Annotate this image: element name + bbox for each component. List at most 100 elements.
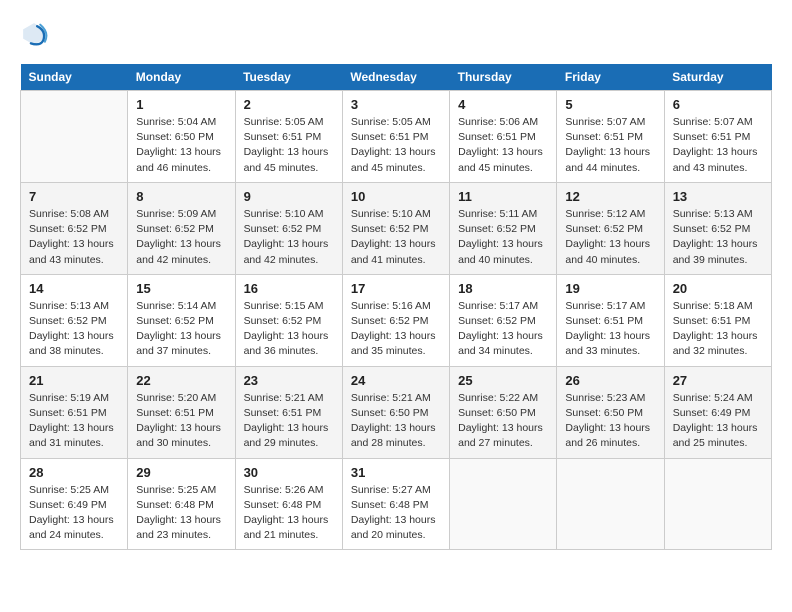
day-number: 15 xyxy=(136,281,226,296)
day-number: 9 xyxy=(244,189,334,204)
calendar-cell: 23 Sunrise: 5:21 AM Sunset: 6:51 PM Dayli… xyxy=(235,366,342,458)
cell-text: Sunrise: 5:25 AM Sunset: 6:49 PM Dayligh… xyxy=(29,483,119,544)
cell-text: Sunrise: 5:07 AM Sunset: 6:51 PM Dayligh… xyxy=(673,115,763,176)
week-row-1: 1 Sunrise: 5:04 AM Sunset: 6:50 PM Daylig… xyxy=(21,91,772,183)
calendar-cell: 20 Sunrise: 5:18 AM Sunset: 6:51 PM Dayli… xyxy=(664,274,771,366)
cell-text: Sunrise: 5:08 AM Sunset: 6:52 PM Dayligh… xyxy=(29,207,119,268)
day-number: 17 xyxy=(351,281,441,296)
calendar-cell xyxy=(557,458,664,550)
day-number: 28 xyxy=(29,465,119,480)
calendar-cell: 4Sunrise: 5:06 AM Sunset: 6:51 PM Daylig… xyxy=(450,91,557,183)
cell-text: Sunrise: 5:16 AM Sunset: 6:52 PM Dayligh… xyxy=(351,299,441,360)
page-header xyxy=(20,20,772,48)
day-header-friday: Friday xyxy=(557,64,664,91)
cell-text: Sunrise: 5:18 AM Sunset: 6:51 PM Dayligh… xyxy=(673,299,763,360)
cell-text: Sunrise: 5:10 AM Sunset: 6:52 PM Dayligh… xyxy=(244,207,334,268)
day-number: 6 xyxy=(673,97,763,112)
cell-text: Sunrise: 5:13 AM Sunset: 6:52 PM Dayligh… xyxy=(29,299,119,360)
calendar-cell: 29Sunrise: 5:25 AM Sunset: 6:48 PM Dayli… xyxy=(128,458,235,550)
calendar-cell: 16 Sunrise: 5:15 AM Sunset: 6:52 PM Dayli… xyxy=(235,274,342,366)
day-number: 23 xyxy=(244,373,334,388)
cell-text: Sunrise: 5:23 AM Sunset: 6:50 PM Dayligh… xyxy=(565,391,655,452)
week-row-2: 7 Sunrise: 5:08 AM Sunset: 6:52 PM Daylig… xyxy=(21,182,772,274)
calendar-cell: 3 Sunrise: 5:05 AM Sunset: 6:51 PM Daylig… xyxy=(342,91,449,183)
calendar-cell: 31 Sunrise: 5:27 AM Sunset: 6:48 PM Dayli… xyxy=(342,458,449,550)
day-number: 11 xyxy=(458,189,548,204)
day-header-tuesday: Tuesday xyxy=(235,64,342,91)
cell-text: Sunrise: 5:19 AM Sunset: 6:51 PM Dayligh… xyxy=(29,391,119,452)
day-number: 13 xyxy=(673,189,763,204)
cell-text: Sunrise: 5:20 AM Sunset: 6:51 PM Dayligh… xyxy=(136,391,226,452)
cell-text: Sunrise: 5:12 AM Sunset: 6:52 PM Dayligh… xyxy=(565,207,655,268)
cell-text: Sunrise: 5:17 AM Sunset: 6:51 PM Dayligh… xyxy=(565,299,655,360)
day-number: 29 xyxy=(136,465,226,480)
cell-text: Sunrise: 5:21 AM Sunset: 6:51 PM Dayligh… xyxy=(244,391,334,452)
day-number: 1 xyxy=(136,97,226,112)
day-number: 8 xyxy=(136,189,226,204)
calendar-cell: 27 Sunrise: 5:24 AM Sunset: 6:49 PM Dayli… xyxy=(664,366,771,458)
cell-text: Sunrise: 5:26 AM Sunset: 6:48 PM Dayligh… xyxy=(244,483,334,544)
cell-text: Sunrise: 5:06 AM Sunset: 6:51 PM Dayligh… xyxy=(458,115,548,176)
calendar-cell: 17 Sunrise: 5:16 AM Sunset: 6:52 PM Dayli… xyxy=(342,274,449,366)
calendar-cell: 9 Sunrise: 5:10 AM Sunset: 6:52 PM Daylig… xyxy=(235,182,342,274)
week-row-3: 14 Sunrise: 5:13 AM Sunset: 6:52 PM Dayli… xyxy=(21,274,772,366)
calendar-cell: 11 Sunrise: 5:11 AM Sunset: 6:52 PM Dayli… xyxy=(450,182,557,274)
day-number: 14 xyxy=(29,281,119,296)
day-number: 27 xyxy=(673,373,763,388)
calendar-cell: 15 Sunrise: 5:14 AM Sunset: 6:52 PM Dayli… xyxy=(128,274,235,366)
day-number: 30 xyxy=(244,465,334,480)
day-number: 5 xyxy=(565,97,655,112)
calendar-cell: 2Sunrise: 5:05 AM Sunset: 6:51 PM Daylig… xyxy=(235,91,342,183)
calendar-cell: 13Sunrise: 5:13 AM Sunset: 6:52 PM Dayli… xyxy=(664,182,771,274)
calendar-cell xyxy=(664,458,771,550)
calendar-cell: 18 Sunrise: 5:17 AM Sunset: 6:52 PM Dayli… xyxy=(450,274,557,366)
cell-text: Sunrise: 5:14 AM Sunset: 6:52 PM Dayligh… xyxy=(136,299,226,360)
cell-text: Sunrise: 5:27 AM Sunset: 6:48 PM Dayligh… xyxy=(351,483,441,544)
calendar-cell: 14 Sunrise: 5:13 AM Sunset: 6:52 PM Dayli… xyxy=(21,274,128,366)
day-number: 7 xyxy=(29,189,119,204)
calendar-cell: 19 Sunrise: 5:17 AM Sunset: 6:51 PM Dayli… xyxy=(557,274,664,366)
calendar-cell xyxy=(450,458,557,550)
calendar-cell: 24 Sunrise: 5:21 AM Sunset: 6:50 PM Dayli… xyxy=(342,366,449,458)
cell-text: Sunrise: 5:09 AM Sunset: 6:52 PM Dayligh… xyxy=(136,207,226,268)
calendar-cell: 25 Sunrise: 5:22 AM Sunset: 6:50 PM Dayli… xyxy=(450,366,557,458)
header-row: SundayMondayTuesdayWednesdayThursdayFrid… xyxy=(21,64,772,91)
calendar-cell: 5 Sunrise: 5:07 AM Sunset: 6:51 PM Daylig… xyxy=(557,91,664,183)
day-number: 10 xyxy=(351,189,441,204)
cell-text: Sunrise: 5:24 AM Sunset: 6:49 PM Dayligh… xyxy=(673,391,763,452)
calendar-cell xyxy=(21,91,128,183)
day-number: 22 xyxy=(136,373,226,388)
day-number: 18 xyxy=(458,281,548,296)
day-number: 16 xyxy=(244,281,334,296)
cell-text: Sunrise: 5:22 AM Sunset: 6:50 PM Dayligh… xyxy=(458,391,548,452)
calendar-cell: 8 Sunrise: 5:09 AM Sunset: 6:52 PM Daylig… xyxy=(128,182,235,274)
day-header-thursday: Thursday xyxy=(450,64,557,91)
day-number: 19 xyxy=(565,281,655,296)
calendar-cell: 21 Sunrise: 5:19 AM Sunset: 6:51 PM Dayli… xyxy=(21,366,128,458)
cell-text: Sunrise: 5:15 AM Sunset: 6:52 PM Dayligh… xyxy=(244,299,334,360)
day-number: 25 xyxy=(458,373,548,388)
calendar-cell: 7 Sunrise: 5:08 AM Sunset: 6:52 PM Daylig… xyxy=(21,182,128,274)
day-number: 31 xyxy=(351,465,441,480)
cell-text: Sunrise: 5:05 AM Sunset: 6:51 PM Dayligh… xyxy=(351,115,441,176)
day-number: 26 xyxy=(565,373,655,388)
day-number: 3 xyxy=(351,97,441,112)
calendar-cell: 30 Sunrise: 5:26 AM Sunset: 6:48 PM Dayli… xyxy=(235,458,342,550)
cell-text: Sunrise: 5:10 AM Sunset: 6:52 PM Dayligh… xyxy=(351,207,441,268)
day-header-wednesday: Wednesday xyxy=(342,64,449,91)
day-number: 2 xyxy=(244,97,334,112)
cell-text: Sunrise: 5:11 AM Sunset: 6:52 PM Dayligh… xyxy=(458,207,548,268)
calendar-cell: 26 Sunrise: 5:23 AM Sunset: 6:50 PM Dayli… xyxy=(557,366,664,458)
day-number: 24 xyxy=(351,373,441,388)
day-number: 20 xyxy=(673,281,763,296)
cell-text: Sunrise: 5:17 AM Sunset: 6:52 PM Dayligh… xyxy=(458,299,548,360)
cell-text: Sunrise: 5:04 AM Sunset: 6:50 PM Dayligh… xyxy=(136,115,226,176)
day-header-monday: Monday xyxy=(128,64,235,91)
calendar-cell: 10 Sunrise: 5:10 AM Sunset: 6:52 PM Dayli… xyxy=(342,182,449,274)
cell-text: Sunrise: 5:21 AM Sunset: 6:50 PM Dayligh… xyxy=(351,391,441,452)
day-header-saturday: Saturday xyxy=(664,64,771,91)
cell-text: Sunrise: 5:07 AM Sunset: 6:51 PM Dayligh… xyxy=(565,115,655,176)
day-number: 21 xyxy=(29,373,119,388)
calendar-cell: 1 Sunrise: 5:04 AM Sunset: 6:50 PM Daylig… xyxy=(128,91,235,183)
day-header-sunday: Sunday xyxy=(21,64,128,91)
